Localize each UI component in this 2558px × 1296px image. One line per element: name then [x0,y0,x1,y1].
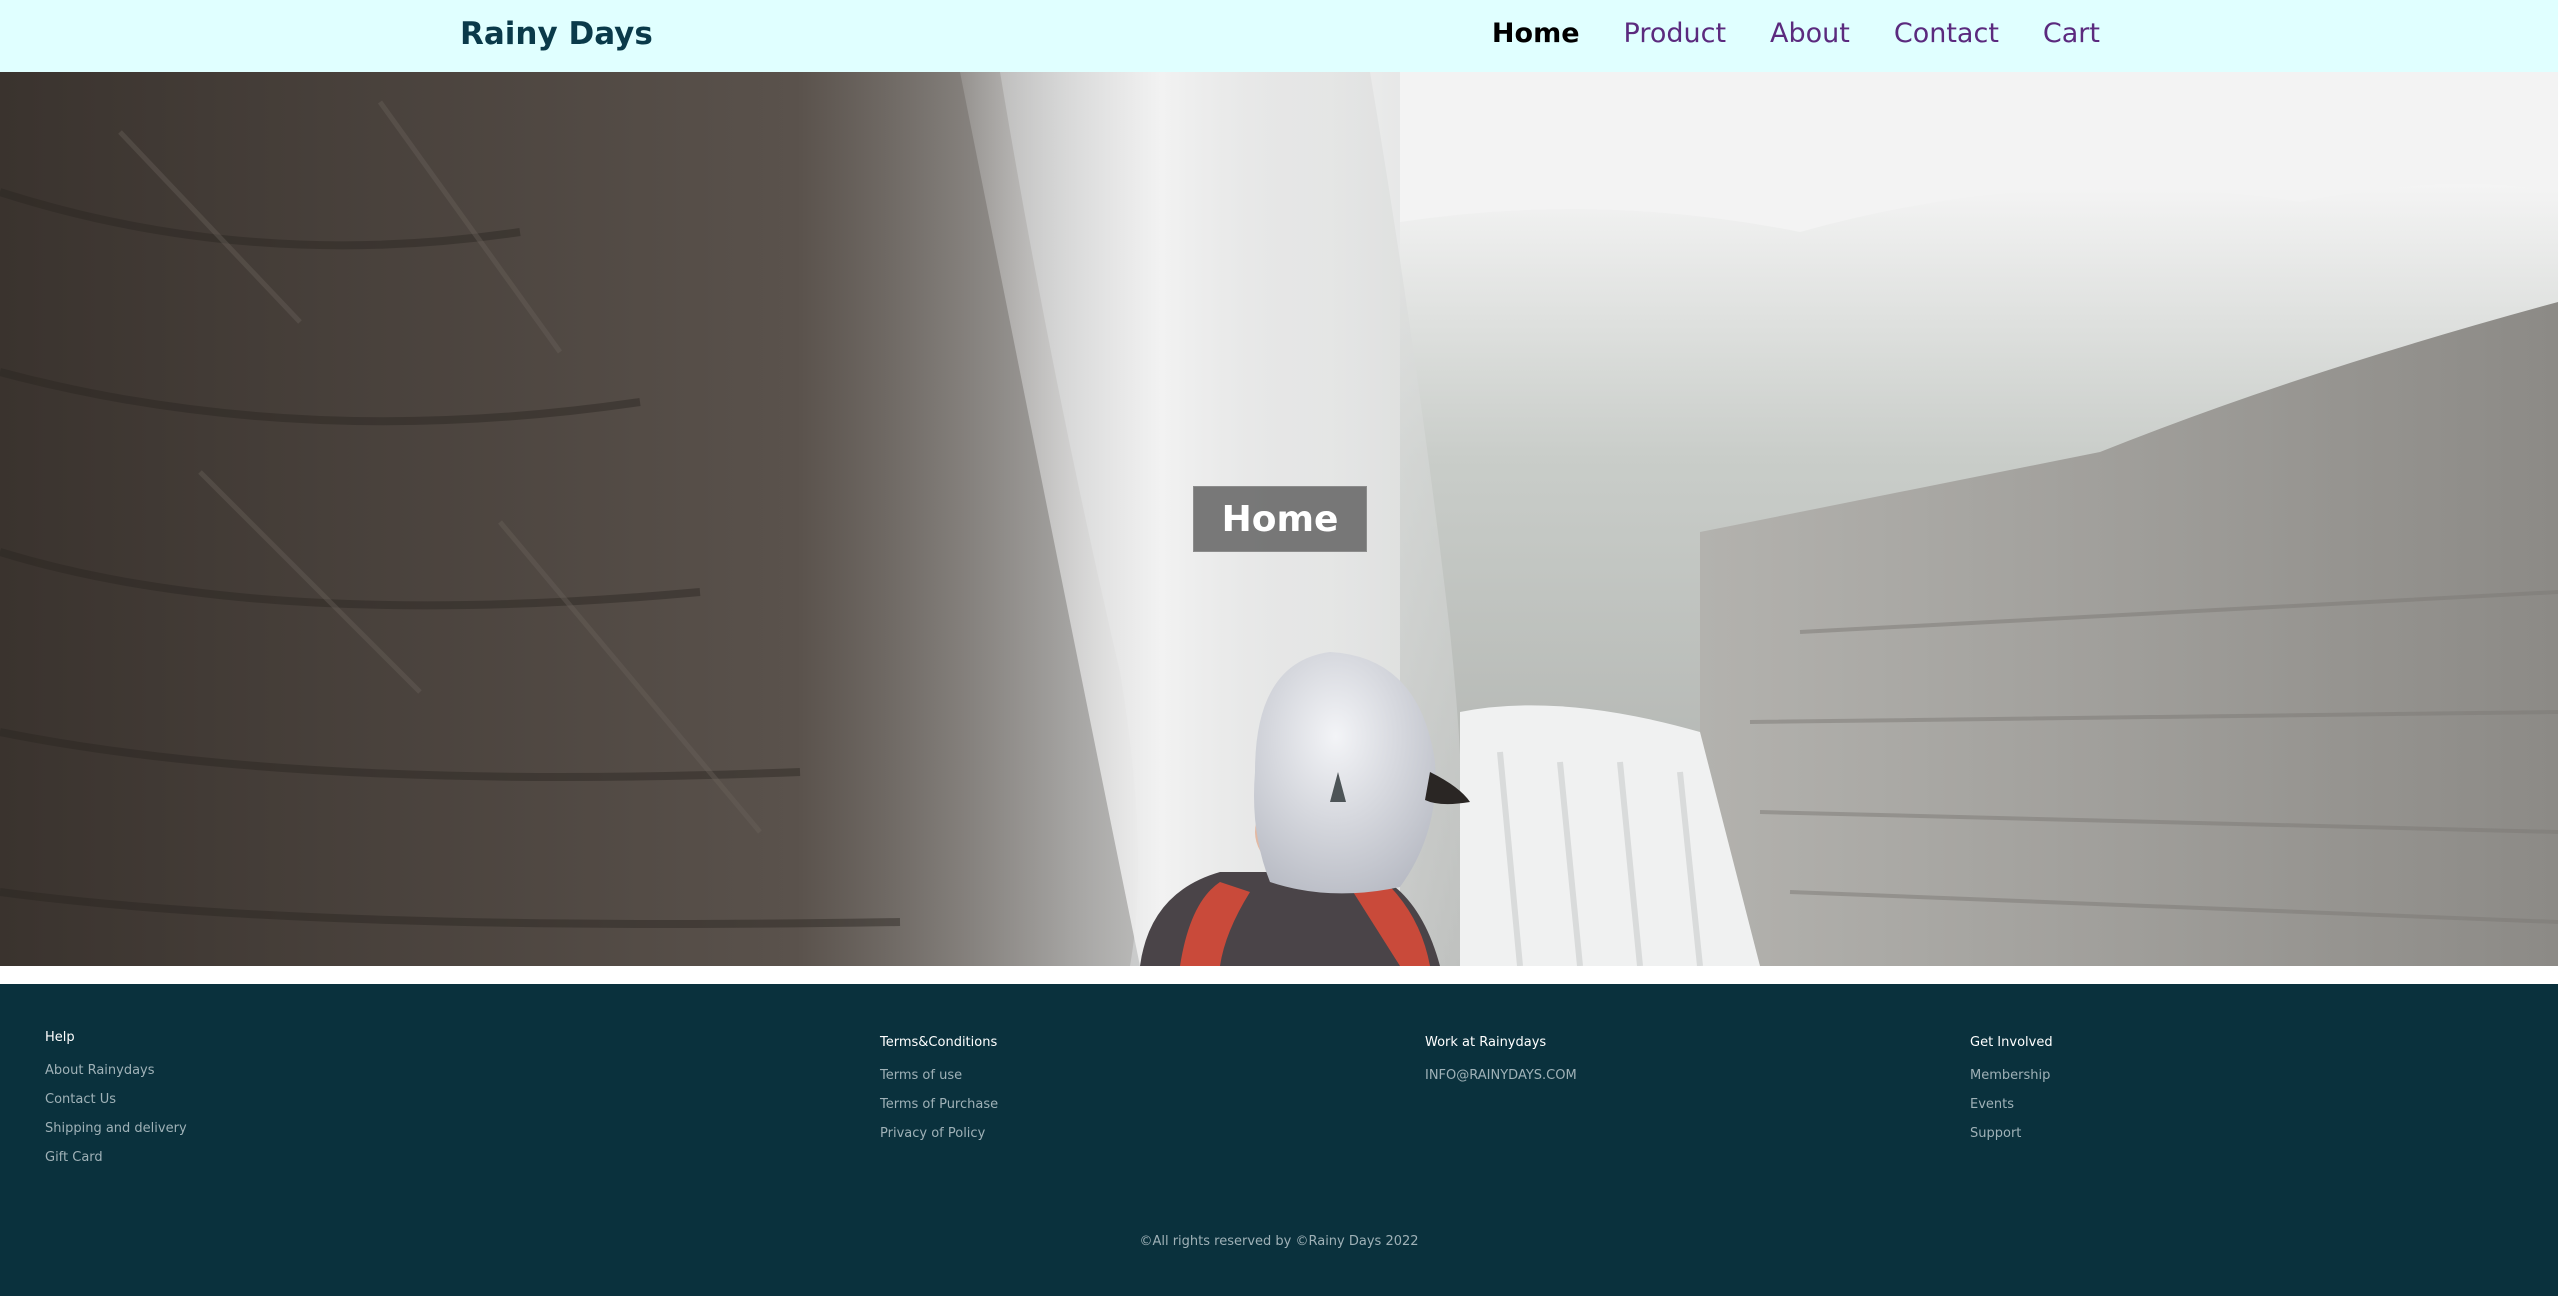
site-header: Rainy Days Home Product About Contact Ca… [0,0,2558,72]
nav-contact[interactable]: Contact [1894,18,1999,49]
footer-link[interactable]: Shipping and delivery [45,1114,187,1143]
footer-column-get-involved: Get Involved Membership Events Support [1970,1035,2053,1148]
footer-column-help: Help About Rainydays Contact Us Shipping… [45,1030,187,1172]
nav-home[interactable]: Home [1492,18,1580,49]
footer-link[interactable]: Terms of Purchase [880,1090,998,1119]
footer-column-work: Work at Rainydays INFO@RAINYDAYS.COM [1425,1035,1577,1090]
footer-email-link[interactable]: INFO@RAINYDAYS.COM [1425,1061,1577,1090]
site-footer: Help About Rainydays Contact Us Shipping… [0,984,2558,1296]
footer-link[interactable]: About Rainydays [45,1056,187,1085]
footer-link[interactable]: Privacy of Policy [880,1119,998,1148]
hero-title: Home [1193,486,1367,552]
footer-link[interactable]: Terms of use [880,1061,998,1090]
footer-heading: Get Involved [1970,1035,2053,1050]
nav-product[interactable]: Product [1624,18,1727,49]
footer-link[interactable]: Membership [1970,1061,2053,1090]
footer-link[interactable]: Support [1970,1119,2053,1148]
brand-logo[interactable]: Rainy Days [460,16,653,52]
footer-heading: Work at Rainydays [1425,1035,1547,1050]
footer-link[interactable]: Contact Us [45,1085,187,1114]
footer-column-terms: Terms&Conditions Terms of use Terms of P… [880,1035,998,1148]
nav-cart[interactable]: Cart [2043,18,2100,49]
footer-heading: Help [45,1030,75,1045]
footer-heading: Terms&Conditions [880,1035,998,1050]
hero-banner: Home [0,72,2558,966]
copyright-text: ©All rights reserved by ©Rainy Days 2022 [1139,1234,1419,1249]
footer-link[interactable]: Gift Card [45,1143,187,1172]
footer-link[interactable]: Events [1970,1090,2053,1119]
nav-about[interactable]: About [1770,18,1850,49]
main-nav: Home Product About Contact Cart [1492,18,2100,49]
